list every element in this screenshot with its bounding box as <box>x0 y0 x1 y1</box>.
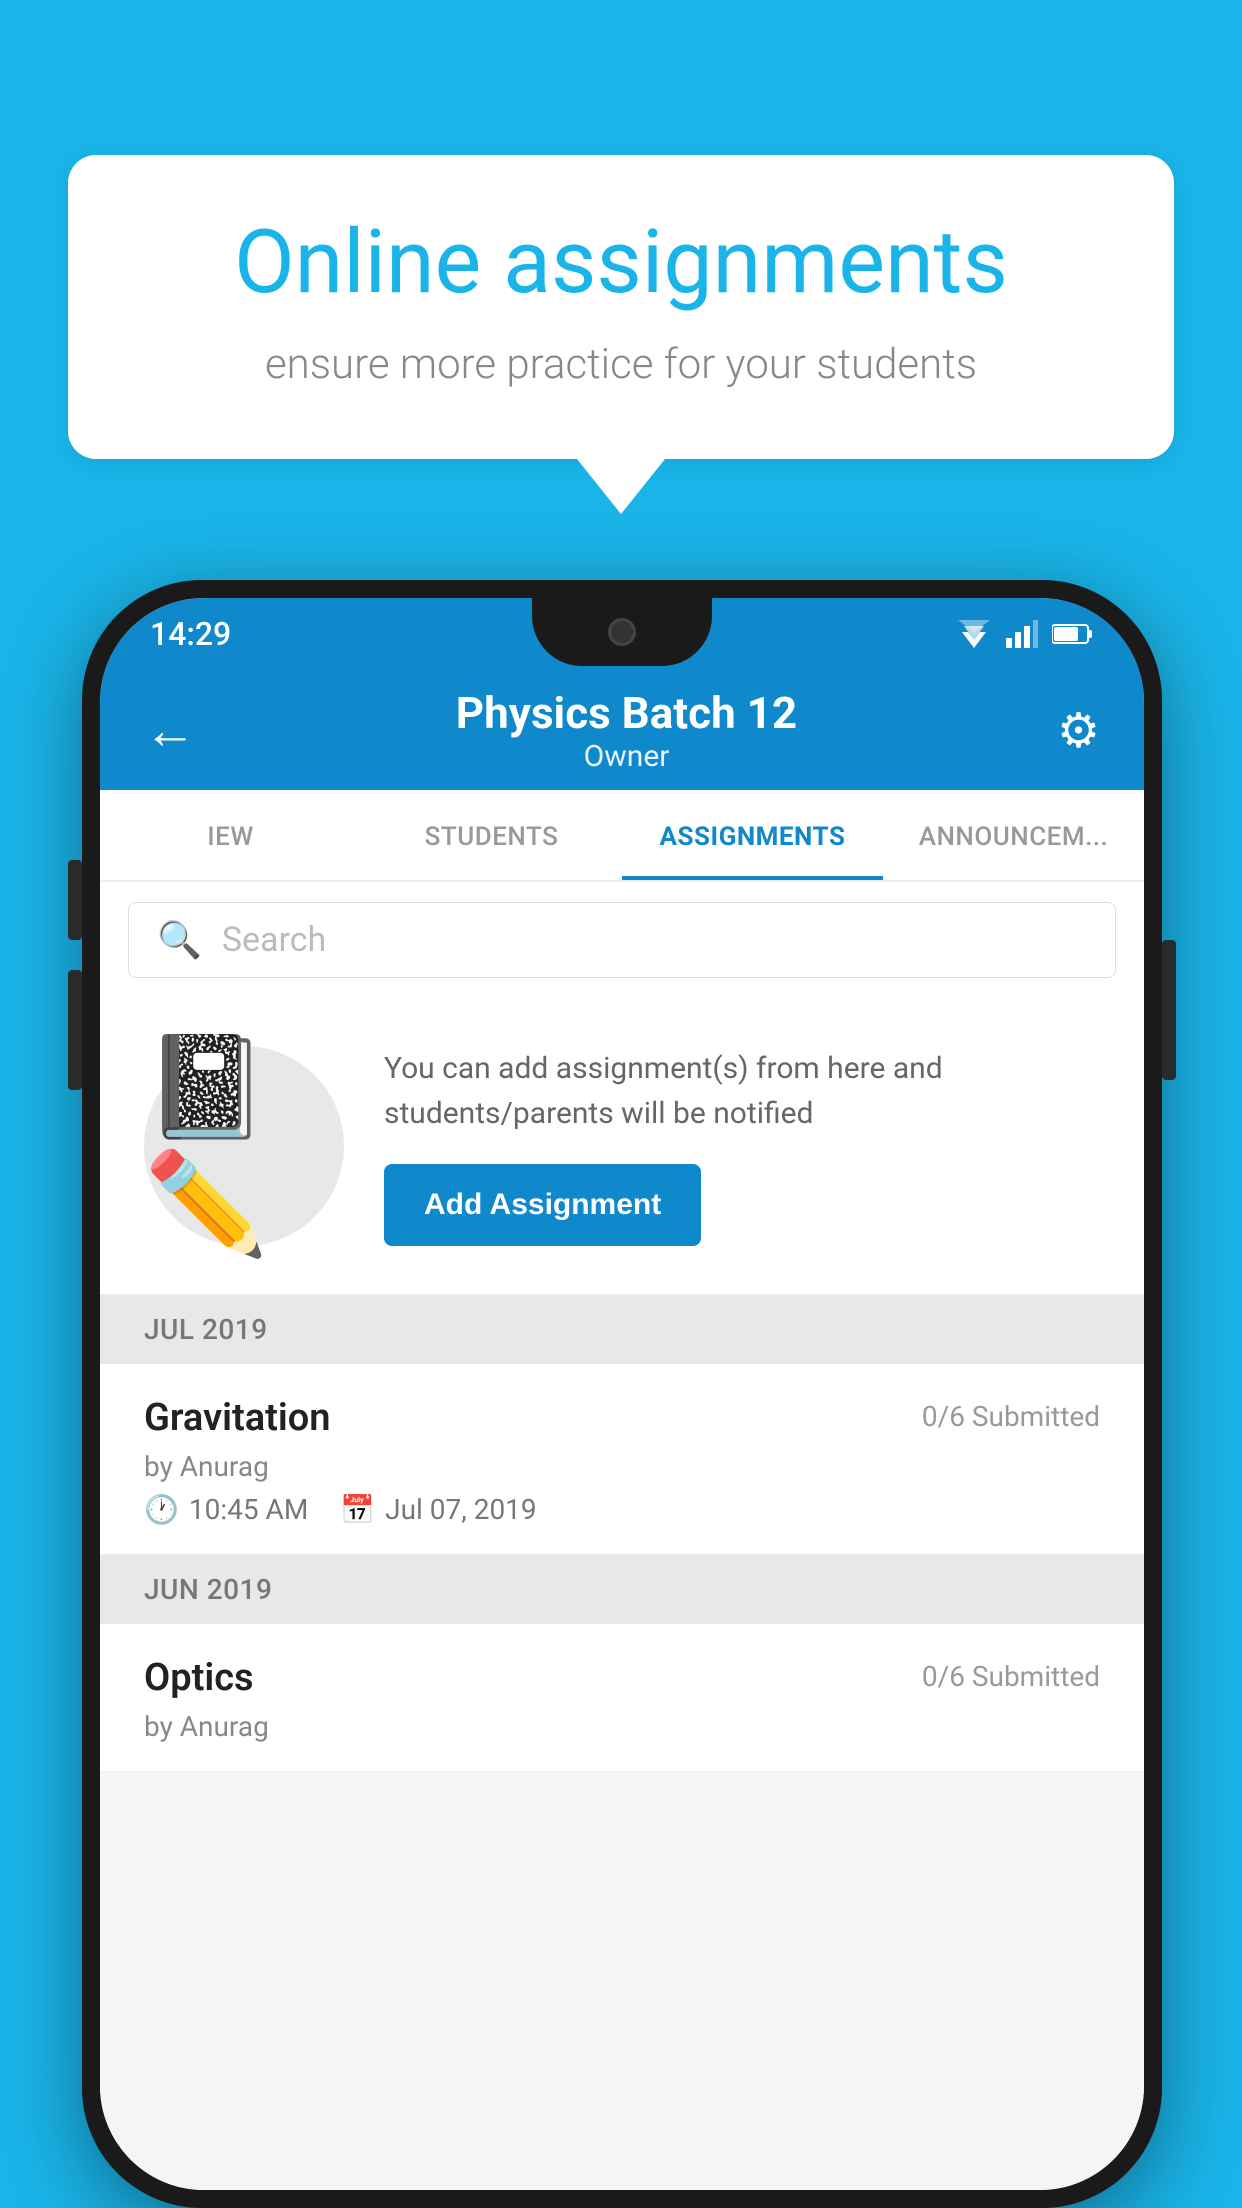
status-time: 14:29 <box>150 615 231 653</box>
assignment-row-top: Gravitation 0/6 Submitted <box>144 1396 1100 1440</box>
battery-icon <box>1052 623 1094 645</box>
volume-down-button[interactable] <box>68 970 82 1090</box>
assignment-meta-row: 🕐 10:45 AM 📅 Jul 07, 2019 <box>144 1493 1100 1526</box>
wifi-icon <box>956 620 992 648</box>
tab-announcements[interactable]: ANNOUNCEM... <box>883 790 1144 880</box>
notebook-icon: 📓✏️ <box>144 1029 344 1263</box>
front-camera <box>608 618 636 646</box>
tab-students[interactable]: STUDENTS <box>361 790 622 880</box>
speech-bubble-subtitle: ensure more practice for your students <box>148 340 1094 389</box>
assignment-author-optics: by Anurag <box>144 1710 1100 1743</box>
header-subtitle: Owner <box>456 739 797 774</box>
power-button[interactable] <box>1162 940 1176 1080</box>
header-title: Physics Batch 12 <box>456 687 797 739</box>
search-container: 🔍 Search <box>100 882 1144 998</box>
speech-bubble-container: Online assignments ensure more practice … <box>68 155 1174 514</box>
assignment-submitted-optics: 0/6 Submitted <box>922 1660 1100 1693</box>
speech-bubble-title: Online assignments <box>148 215 1094 312</box>
speech-bubble: Online assignments ensure more practice … <box>68 155 1174 459</box>
section-header-jul: JUL 2019 <box>100 1295 1144 1364</box>
calendar-icon: 📅 <box>340 1493 375 1526</box>
assignment-submitted: 0/6 Submitted <box>922 1400 1100 1433</box>
header-center: Physics Batch 12 Owner <box>456 687 797 774</box>
clock-icon: 🕐 <box>144 1493 179 1526</box>
empty-state-text: You can add assignment(s) from here and … <box>384 1046 1100 1246</box>
status-icons <box>956 620 1094 648</box>
tab-assignments[interactable]: ASSIGNMENTS <box>622 790 883 880</box>
status-bar: 14:29 <box>100 598 1144 670</box>
phone-frame: 14:29 <box>82 580 1162 2208</box>
section-header-jun: JUN 2019 <box>100 1555 1144 1624</box>
assignment-name: Gravitation <box>144 1396 331 1440</box>
assignment-row-top-optics: Optics 0/6 Submitted <box>144 1656 1100 1700</box>
content-area: 🔍 Search 📓✏️ You can add assignment(s) f… <box>100 882 1144 2190</box>
assignment-author: by Anurag <box>144 1450 1100 1483</box>
back-button[interactable]: ← <box>144 700 196 761</box>
notch <box>532 598 712 666</box>
assignment-item-gravitation[interactable]: Gravitation 0/6 Submitted by Anurag 🕐 10… <box>100 1364 1144 1555</box>
add-assignment-button[interactable]: Add Assignment <box>384 1164 701 1246</box>
search-placeholder: Search <box>222 920 326 960</box>
search-bar[interactable]: 🔍 Search <box>128 902 1116 978</box>
assignment-item-optics[interactable]: Optics 0/6 Submitted by Anurag <box>100 1624 1144 1772</box>
tab-iew[interactable]: IEW <box>100 790 361 880</box>
empty-state-icon-circle: 📓✏️ <box>144 1046 344 1246</box>
settings-icon[interactable]: ⚙ <box>1057 702 1100 759</box>
app-header: ← Physics Batch 12 Owner ⚙ <box>100 670 1144 790</box>
volume-up-button[interactable] <box>68 860 82 940</box>
tabs-container: IEW STUDENTS ASSIGNMENTS ANNOUNCEM... <box>100 790 1144 882</box>
empty-state-card: 📓✏️ You can add assignment(s) from here … <box>100 998 1144 1295</box>
phone-screen: 14:29 <box>100 598 1144 2190</box>
assignment-name-optics: Optics <box>144 1656 254 1700</box>
speech-bubble-arrow <box>577 459 665 514</box>
assignment-date: 📅 Jul 07, 2019 <box>340 1493 536 1526</box>
signal-icon <box>1006 620 1038 648</box>
assignment-time: 🕐 10:45 AM <box>144 1493 308 1526</box>
search-icon: 🔍 <box>157 919 202 961</box>
empty-state-description: You can add assignment(s) from here and … <box>384 1046 1100 1136</box>
